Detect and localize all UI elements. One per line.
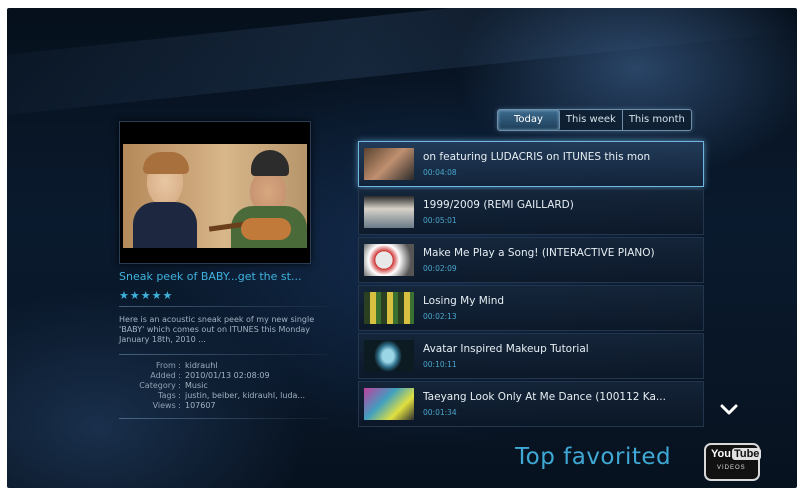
youtube-logo-caption: VIDEOS xyxy=(717,465,746,471)
preview-image xyxy=(123,144,307,248)
meta-value: 107607 xyxy=(185,401,216,410)
video-duration: 00:02:09 xyxy=(423,264,457,273)
divider xyxy=(119,306,329,307)
video-list-item[interactable]: Make Me Play a Song! (INTERACTIVE PIANO)… xyxy=(358,237,704,283)
meta-label: Added : xyxy=(150,371,181,380)
preview-person-hair xyxy=(143,152,189,174)
meta-label: Tags : xyxy=(158,391,181,400)
time-filter-tabs: Today This week This month xyxy=(497,109,692,131)
video-title: Make Me Play a Song! (INTERACTIVE PIANO) xyxy=(423,247,655,259)
preview-person-hat xyxy=(251,150,289,176)
meta-row-added: Added : 2010/01/13 02:08:09 xyxy=(119,371,329,381)
video-duration: 00:02:13 xyxy=(423,312,457,321)
media-center-screen: Today This week This month Sneak peek of… xyxy=(7,8,797,488)
meta-row-category: Category : Music xyxy=(119,381,329,391)
video-duration: 00:01:34 xyxy=(423,408,457,417)
divider xyxy=(119,418,329,419)
video-list-item[interactable]: Avatar Inspired Makeup Tutorial 00:10:11 xyxy=(358,333,704,379)
chevron-down-icon[interactable] xyxy=(717,402,741,418)
meta-row-views: Views : 107607 xyxy=(119,401,329,411)
tab-this-week[interactable]: This week xyxy=(560,110,623,130)
video-thumbnail xyxy=(364,388,414,420)
video-list-item[interactable]: on featuring LUDACRIS on ITUNES this mon… xyxy=(358,141,704,187)
video-thumbnail xyxy=(364,244,414,276)
logo-text-tube: Tube xyxy=(731,448,762,460)
meta-row-tags: Tags : justin, beiber, kidrauhl, luda... xyxy=(119,391,329,401)
preview-video-title: Sneak peek of BABY...get the st... xyxy=(119,270,302,283)
video-description: Here is an acoustic sneak peek of my new… xyxy=(119,315,315,344)
video-title: 1999/2009 (REMI GAILLARD) xyxy=(423,199,574,211)
rating-stars-icon: ★★★★★ xyxy=(119,289,174,302)
video-thumbnail xyxy=(364,196,414,228)
video-title: on featuring LUDACRIS on ITUNES this mon xyxy=(423,151,651,163)
youtube-logo: You Tube VIDEOS xyxy=(704,443,762,481)
video-list-item[interactable]: Losing My Mind 00:02:13 xyxy=(358,285,704,331)
video-duration: 00:05:01 xyxy=(423,216,457,225)
video-thumbnail xyxy=(364,148,414,180)
divider xyxy=(119,354,329,355)
video-thumbnail xyxy=(364,292,414,324)
meta-value: Music xyxy=(185,381,208,390)
guitar xyxy=(241,218,291,240)
video-metadata: From : kidrauhl Added : 2010/01/13 02:08… xyxy=(119,361,329,411)
video-duration: 00:04:08 xyxy=(423,168,457,177)
video-preview[interactable] xyxy=(119,121,311,264)
video-title: Taeyang Look Only At Me Dance (100112 Ka… xyxy=(423,391,666,403)
youtube-logo-wordmark: You Tube xyxy=(711,448,762,460)
section-title: Top favorited xyxy=(515,444,672,470)
meta-row-from: From : kidrauhl xyxy=(119,361,329,371)
meta-value: kidrauhl xyxy=(185,361,218,370)
video-thumbnail xyxy=(364,340,414,372)
video-list-item[interactable]: 1999/2009 (REMI GAILLARD) 00:05:01 xyxy=(358,189,704,235)
meta-value: 2010/01/13 02:08:09 xyxy=(185,371,270,380)
video-list: on featuring LUDACRIS on ITUNES this mon… xyxy=(358,141,704,429)
video-title: Avatar Inspired Makeup Tutorial xyxy=(423,343,589,355)
video-duration: 00:10:11 xyxy=(423,360,457,369)
preview-person-body xyxy=(133,202,197,248)
video-list-item[interactable]: Taeyang Look Only At Me Dance (100112 Ka… xyxy=(358,381,704,427)
logo-text-you: You xyxy=(711,448,731,460)
meta-label: Category : xyxy=(139,381,181,390)
meta-label: From : xyxy=(155,361,181,370)
tab-today[interactable]: Today xyxy=(498,110,560,130)
video-title: Losing My Mind xyxy=(423,295,505,307)
tab-this-month[interactable]: This month xyxy=(623,110,691,130)
meta-label: Views : xyxy=(152,401,181,410)
meta-value: justin, beiber, kidrauhl, luda... xyxy=(185,391,306,400)
